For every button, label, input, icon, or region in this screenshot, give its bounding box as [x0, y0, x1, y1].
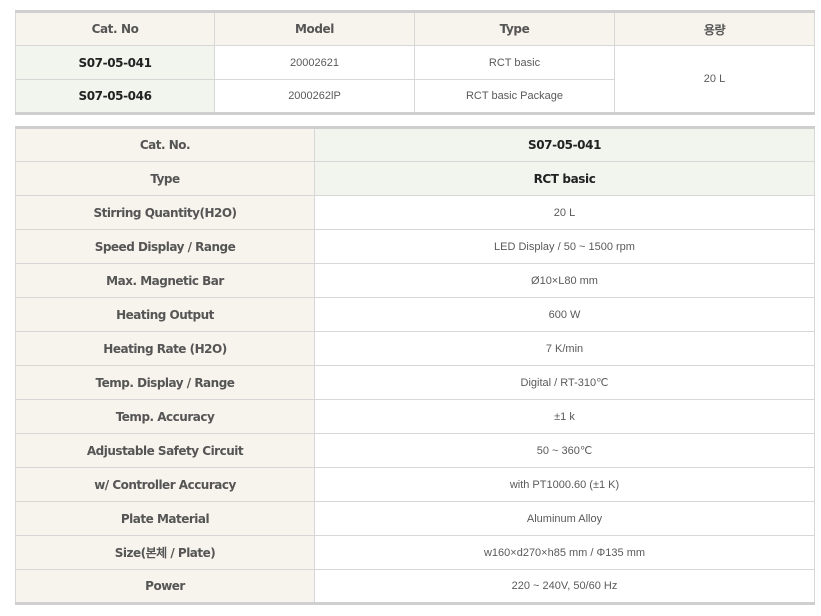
spec-row-heating-rate: Heating Rate (H2O) 7 K/min [15, 331, 815, 366]
spec-value: LED Display / 50 ~ 1500 rpm [314, 229, 815, 264]
header-type: Type [414, 11, 615, 46]
spec-row-speed-display: Speed Display / Range LED Display / 50 ~… [15, 229, 815, 264]
spec-value: Aluminum Alloy [314, 501, 815, 536]
spec-value: with PT1000.60 (±1 K) [314, 467, 815, 502]
spec-row-power: Power 220 ~ 240V, 50/60 Hz [15, 569, 815, 604]
spec-row-magnetic-bar: Max. Magnetic Bar Ø10×L80 mm [15, 263, 815, 298]
header-cat-no: Cat. No [15, 11, 215, 46]
spec-label: Speed Display / Range [15, 229, 315, 264]
spec-label: Plate Material [15, 501, 315, 536]
summary-header-row: Cat. No Model Type 용량 [15, 11, 815, 46]
cat-no-cell: S07-05-041 [15, 45, 215, 80]
spec-value: Ø10×L80 mm [314, 263, 815, 298]
spec-label: Adjustable Safety Circuit [15, 433, 315, 468]
model-cell: 20002621 [214, 45, 415, 80]
spec-label: Type [15, 161, 315, 196]
spec-row-controller-accuracy: w/ Controller Accuracy with PT1000.60 (±… [15, 467, 815, 502]
spec-label: Temp. Accuracy [15, 399, 315, 434]
spec-label: Stirring Quantity(H2O) [15, 195, 315, 230]
spec-row-plate-material: Plate Material Aluminum Alloy [15, 501, 815, 536]
capacity-cell: 20 L [614, 45, 815, 114]
spec-row-size: Size(본체 / Plate) w160×d270×h85 mm / Φ135… [15, 535, 815, 570]
spec-row-temp-display: Temp. Display / Range Digital / RT-310℃ [15, 365, 815, 400]
table-row: S07-05-041 20002621 RCT basic 20 L [15, 45, 815, 114]
spec-label: Heating Output [15, 297, 315, 332]
spec-value: Digital / RT-310℃ [314, 365, 815, 400]
spec-value: 220 ~ 240V, 50/60 Hz [314, 569, 815, 604]
spec-label: w/ Controller Accuracy [15, 467, 315, 502]
spec-value: ±1 k [314, 399, 815, 434]
model-cell: 2000262lP [214, 79, 415, 114]
spec-value: w160×d270×h85 mm / Φ135 mm [314, 535, 815, 570]
spec-value: 50 ~ 360℃ [314, 433, 815, 468]
spec-value: 600 W [314, 297, 815, 332]
spec-value: 7 K/min [314, 331, 815, 366]
spec-table: Cat. No. S07-05-041 Type RCT basic Stirr… [15, 126, 815, 605]
spec-label: Heating Rate (H2O) [15, 331, 315, 366]
spec-label: Cat. No. [15, 127, 315, 162]
type-cell: RCT basic Package [414, 79, 615, 114]
spec-label: Power [15, 569, 315, 604]
spec-label: Max. Magnetic Bar [15, 263, 315, 298]
spec-row-cat-no: Cat. No. S07-05-041 [15, 127, 815, 162]
spec-row-type: Type RCT basic [15, 161, 815, 196]
spec-value: RCT basic [314, 161, 815, 196]
spec-value: S07-05-041 [314, 127, 815, 162]
spec-label: Size(본체 / Plate) [15, 535, 315, 570]
spec-row-heating-output: Heating Output 600 W [15, 297, 815, 332]
spec-row-safety-circuit: Adjustable Safety Circuit 50 ~ 360℃ [15, 433, 815, 468]
spec-value: 20 L [314, 195, 815, 230]
cat-no-cell: S07-05-046 [15, 79, 215, 114]
spec-row-stirring-quantity: Stirring Quantity(H2O) 20 L [15, 195, 815, 230]
spec-row-temp-accuracy: Temp. Accuracy ±1 k [15, 399, 815, 434]
header-model: Model [214, 11, 415, 46]
header-capacity: 용량 [614, 11, 815, 46]
summary-table: Cat. No Model Type 용량 S07-05-041 2000262… [15, 10, 815, 115]
type-cell: RCT basic [414, 45, 615, 80]
spec-label: Temp. Display / Range [15, 365, 315, 400]
